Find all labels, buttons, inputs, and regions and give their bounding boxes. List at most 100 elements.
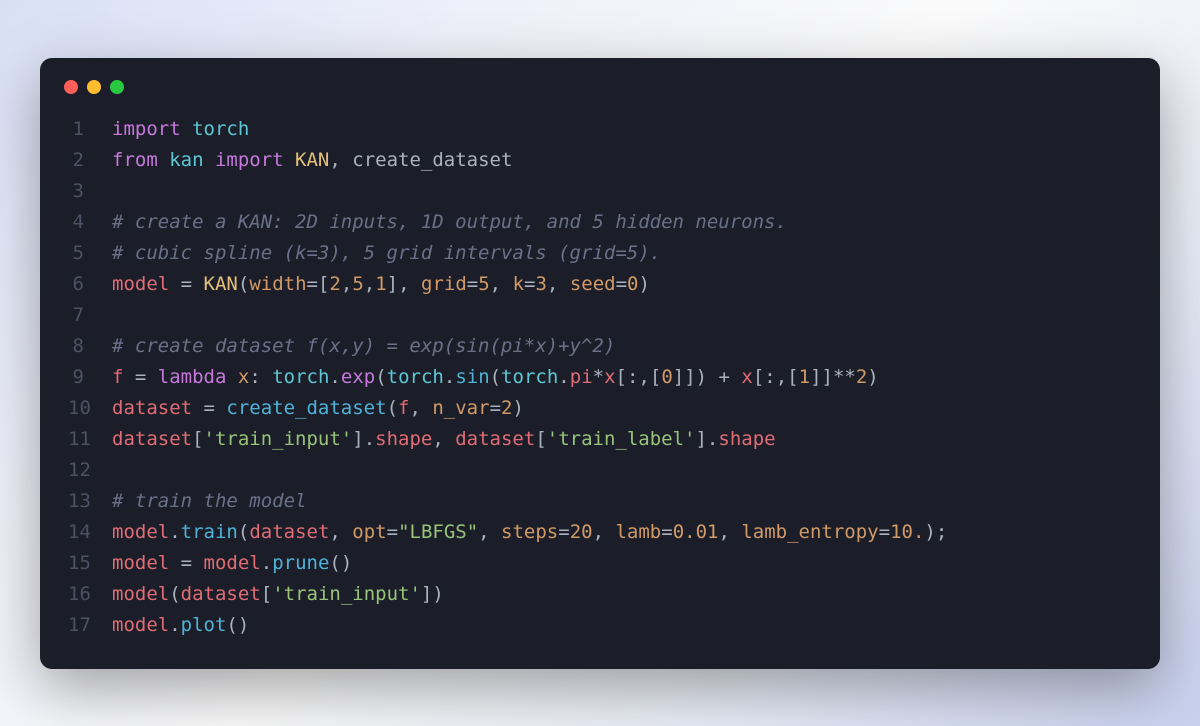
token-op: = — [387, 521, 398, 543]
token-op: . — [444, 366, 455, 388]
token-op: [ — [192, 428, 203, 450]
token-op: =[ — [307, 273, 330, 295]
close-icon[interactable] — [64, 80, 78, 94]
token-op: . — [329, 366, 340, 388]
token-op: = — [123, 366, 157, 388]
token-op: * — [593, 366, 604, 388]
code-line: 2from kan import KAN, create_dataset — [68, 145, 1132, 176]
token-arg: seed — [570, 273, 616, 295]
line-number: 16 — [68, 579, 112, 610]
token-arg: lamb — [615, 521, 661, 543]
code-line: 8# create dataset f(x,y) = exp(sin(pi*x)… — [68, 331, 1132, 362]
token-num: 5 — [478, 273, 489, 295]
code-content: import torch — [112, 114, 1132, 145]
token-op: ]) — [421, 583, 444, 605]
token-num: 2 — [329, 273, 340, 295]
token-num: 1 — [799, 366, 810, 388]
token-fn: create_dataset — [226, 397, 386, 419]
code-area: 1import torch2from kan import KAN, creat… — [40, 114, 1160, 641]
token-arg: opt — [352, 521, 386, 543]
code-content: model(dataset['train_input']) — [112, 579, 1132, 610]
token-op: = — [661, 521, 672, 543]
token-kw: import — [112, 118, 192, 140]
token-cmt: # train the model — [112, 490, 306, 512]
token-op: = — [558, 521, 569, 543]
code-content: model.train(dataset, opt="LBFGS", steps=… — [112, 517, 1132, 548]
minimize-icon[interactable] — [87, 80, 101, 94]
line-number: 11 — [68, 424, 112, 455]
line-number: 7 — [68, 300, 112, 331]
token-id: pi — [570, 366, 593, 388]
code-window: 1import torch2from kan import KAN, creat… — [40, 58, 1160, 669]
line-number: 6 — [68, 269, 112, 300]
code-line: 15model = model.prune() — [68, 548, 1132, 579]
token-op: ( — [238, 273, 249, 295]
line-number: 5 — [68, 238, 112, 269]
token-op: . — [261, 552, 272, 574]
token-op: , — [409, 397, 432, 419]
code-content: dataset = create_dataset(f, n_var=2) — [112, 393, 1132, 424]
line-number: 15 — [68, 548, 112, 579]
token-op — [226, 366, 237, 388]
token-op: ]. — [695, 428, 718, 450]
token-num: 5 — [352, 273, 363, 295]
token-op: [:,[ — [616, 366, 662, 388]
token-mod: torch — [387, 366, 444, 388]
line-number: 9 — [68, 362, 112, 393]
token-arg: width — [249, 273, 306, 295]
token-op: , — [432, 428, 455, 450]
token-cmt: # create dataset f(x,y) = exp(sin(pi*x)+… — [112, 335, 615, 357]
token-op: , — [329, 521, 352, 543]
code-line: 10dataset = create_dataset(f, n_var=2) — [68, 393, 1132, 424]
token-id: model — [112, 614, 169, 636]
token-op: , — [478, 521, 501, 543]
token-op: ( — [238, 521, 249, 543]
token-op: , — [593, 521, 616, 543]
code-line: 7 — [68, 300, 1132, 331]
token-op: ]]) + — [673, 366, 742, 388]
token-str: 'train_input' — [204, 428, 353, 450]
token-op: . — [169, 521, 180, 543]
token-id: f — [112, 366, 123, 388]
token-num: 0 — [661, 366, 672, 388]
token-num: 20 — [570, 521, 593, 543]
token-op: ]. — [352, 428, 375, 450]
token-op: ( — [169, 583, 180, 605]
token-op: = — [467, 273, 478, 295]
token-kw: import — [215, 149, 295, 171]
code-line: 1import torch — [68, 114, 1132, 145]
code-content: # cubic spline (k=3), 5 grid intervals (… — [112, 238, 1132, 269]
line-number: 12 — [68, 455, 112, 486]
token-mod: torch — [272, 366, 329, 388]
code-line: 4# create a KAN: 2D inputs, 1D output, a… — [68, 207, 1132, 238]
token-num: 10. — [890, 521, 924, 543]
token-arg: k — [513, 273, 524, 295]
token-id: f — [398, 397, 409, 419]
token-op: ) — [512, 397, 523, 419]
code-line: 3 — [68, 176, 1132, 207]
code-content — [112, 455, 1132, 486]
token-id: model — [112, 583, 169, 605]
token-cls: KAN — [295, 149, 329, 171]
token-kw: lambda — [158, 366, 227, 388]
token-num: 2 — [501, 397, 512, 419]
token-id: shape — [718, 428, 775, 450]
token-fn: plot — [181, 614, 227, 636]
window-titlebar — [40, 80, 1160, 114]
line-number: 3 — [68, 176, 112, 207]
code-line: 6model = KAN(width=[2,5,1], grid=5, k=3,… — [68, 269, 1132, 300]
token-op: . — [169, 614, 180, 636]
code-line: 13# train the model — [68, 486, 1132, 517]
token-op: ( — [490, 366, 501, 388]
token-id: dataset — [112, 397, 192, 419]
token-op: , — [547, 273, 570, 295]
token-num: 1 — [375, 273, 386, 295]
code-content: # train the model — [112, 486, 1132, 517]
token-id: model — [112, 273, 169, 295]
line-number: 14 — [68, 517, 112, 548]
token-op: = — [192, 397, 226, 419]
line-number: 1 — [68, 114, 112, 145]
token-op: = — [169, 273, 203, 295]
zoom-icon[interactable] — [110, 80, 124, 94]
code-content — [112, 300, 1132, 331]
